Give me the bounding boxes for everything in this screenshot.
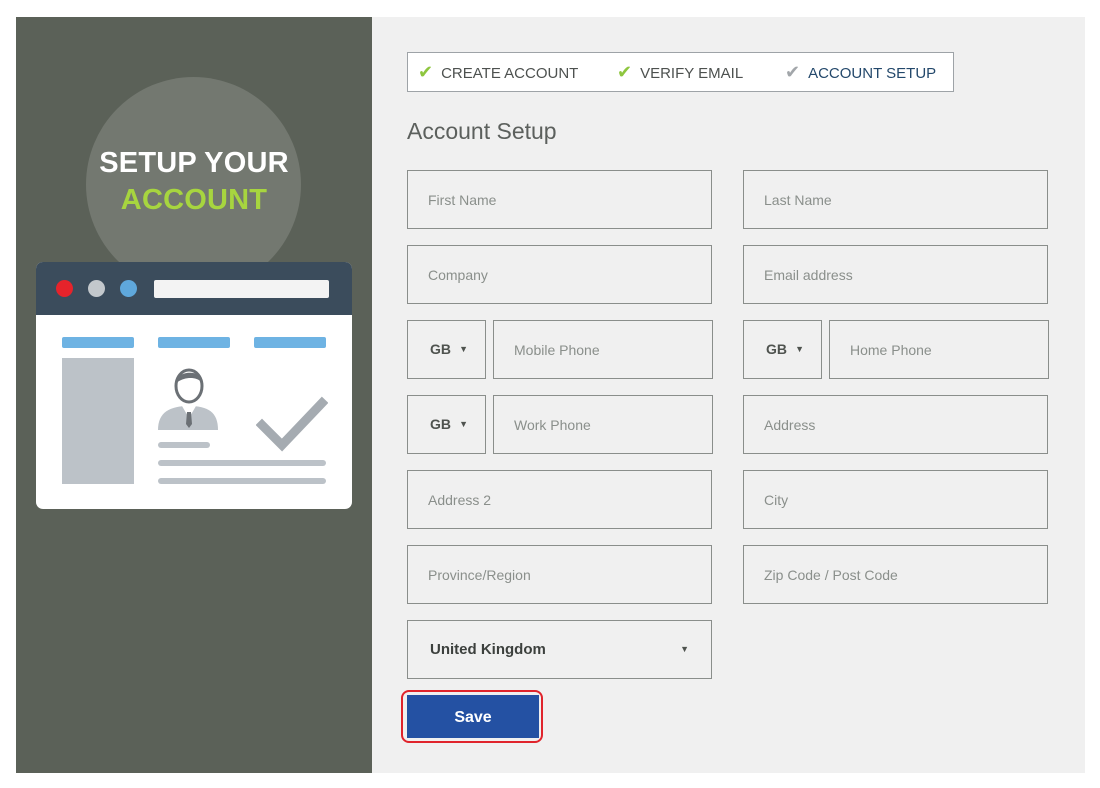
caret-down-icon: ▼ [459, 344, 468, 354]
home-phone-field[interactable] [829, 320, 1049, 379]
step-label: ACCOUNT SETUP [808, 65, 937, 82]
province-input[interactable] [408, 546, 711, 603]
country-select-value: United Kingdom [430, 641, 546, 658]
country-code-label: GB [430, 341, 451, 357]
caret-down-icon: ▼ [680, 644, 689, 654]
check-icon: ✔ [785, 62, 801, 82]
browser-titlebar [36, 262, 352, 315]
save-button[interactable]: Save [407, 695, 539, 738]
caret-down-icon: ▼ [459, 419, 468, 429]
first-name-input[interactable] [408, 171, 711, 228]
step-label: VERIFY EMAIL [640, 65, 744, 82]
sidebar-shape [62, 358, 134, 484]
caret-down-icon: ▼ [795, 344, 804, 354]
tab-line-shape [158, 337, 230, 348]
province-field[interactable] [407, 545, 712, 604]
maximize-dot-icon [120, 280, 137, 297]
work-phone-input[interactable] [494, 396, 712, 453]
home-phone-input[interactable] [830, 321, 1048, 378]
city-field[interactable] [743, 470, 1048, 529]
step-verify-email[interactable]: ✔ VERIFY EMAIL [617, 53, 743, 91]
minimize-dot-icon [88, 280, 105, 297]
first-name-field[interactable] [407, 170, 712, 229]
step-create-account[interactable]: ✔ CREATE ACCOUNT [418, 53, 578, 91]
zip-field[interactable] [743, 545, 1048, 604]
zip-input[interactable] [744, 546, 1047, 603]
country-code-label: GB [430, 416, 451, 432]
address2-input[interactable] [408, 471, 711, 528]
form-panel: ✔ CREATE ACCOUNT ✔ VERIFY EMAIL ✔ ACCOUNT S… [372, 17, 1085, 773]
large-check-icon [256, 396, 328, 452]
close-dot-icon [56, 280, 73, 297]
country-select[interactable]: United Kingdom ▼ [407, 620, 712, 679]
hero-title: SETUP YOUR ACCOUNT [16, 145, 372, 219]
check-icon: ✔ [418, 62, 434, 82]
hero-title-line2: ACCOUNT [120, 184, 268, 216]
mobile-phone-field[interactable] [493, 320, 713, 379]
step-account-setup[interactable]: ✔ ACCOUNT SETUP [785, 53, 936, 91]
mobile-phone-input[interactable] [494, 321, 712, 378]
email-input[interactable] [744, 246, 1047, 303]
address-input[interactable] [744, 396, 1047, 453]
mobile-country-code-select[interactable]: GB ▼ [407, 320, 486, 379]
tab-line-shape [62, 337, 134, 348]
company-input[interactable] [408, 246, 711, 303]
progress-stepper: ✔ CREATE ACCOUNT ✔ VERIFY EMAIL ✔ ACCOUNT S… [407, 52, 954, 92]
work-country-code-select[interactable]: GB ▼ [407, 395, 486, 454]
text-line-shape [158, 442, 210, 448]
address-field[interactable] [743, 395, 1048, 454]
last-name-field[interactable] [743, 170, 1048, 229]
check-icon: ✔ [617, 62, 633, 82]
account-setup-page: SETUP YOUR ACCOUNT ✔ CREATE ACCOUNT ✔ VE… [16, 17, 1085, 773]
page-title: Account Setup [407, 118, 557, 144]
user-avatar-icon [158, 368, 218, 430]
company-field[interactable] [407, 245, 712, 304]
country-code-label: GB [766, 341, 787, 357]
city-input[interactable] [744, 471, 1047, 528]
work-phone-field[interactable] [493, 395, 713, 454]
illustration-panel: SETUP YOUR ACCOUNT [16, 17, 372, 773]
browser-illustration [36, 262, 352, 509]
hero-title-line1: SETUP YOUR [99, 147, 289, 179]
home-country-code-select[interactable]: GB ▼ [743, 320, 822, 379]
text-line-shape [158, 478, 326, 484]
address-bar-shape [154, 280, 329, 298]
email-field[interactable] [743, 245, 1048, 304]
tab-line-shape [254, 337, 326, 348]
step-label: CREATE ACCOUNT [441, 65, 579, 82]
address2-field[interactable] [407, 470, 712, 529]
last-name-input[interactable] [744, 171, 1047, 228]
text-line-shape [158, 460, 326, 466]
